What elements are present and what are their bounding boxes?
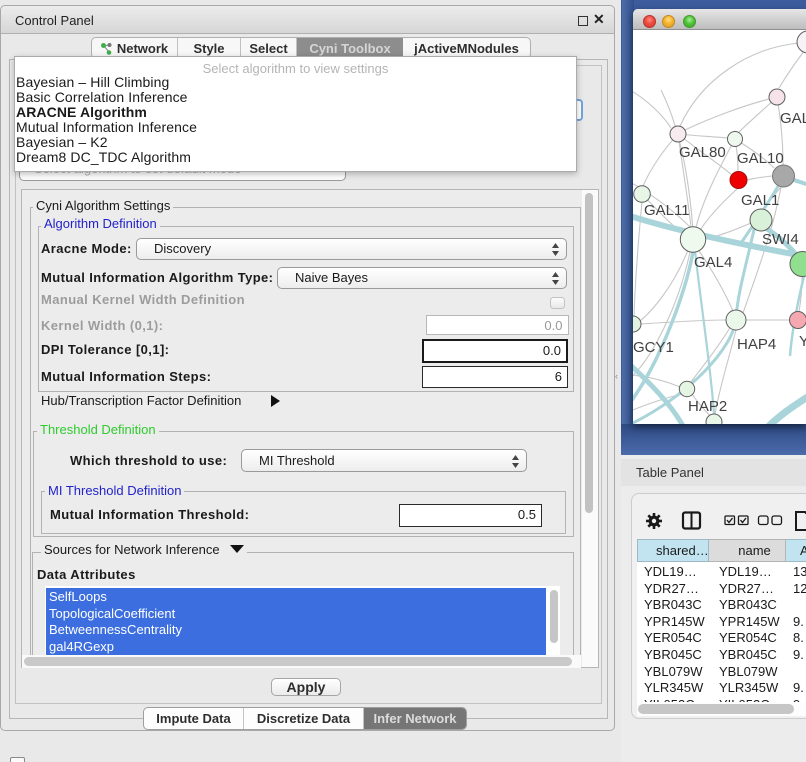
svg-text:GAL10: GAL10 <box>737 150 784 167</box>
svg-text:GAL11: GAL11 <box>644 202 690 219</box>
svg-text:YJL: YJL <box>799 333 806 350</box>
svg-text:SWI4: SWI4 <box>762 231 799 248</box>
svg-text:HAP2: HAP2 <box>688 398 727 415</box>
svg-text:GAL1: GAL1 <box>741 192 779 209</box>
svg-text:HAP4: HAP4 <box>737 336 776 353</box>
svg-text:GAL80: GAL80 <box>679 144 726 161</box>
svg-text:GAL4: GAL4 <box>694 254 732 271</box>
svg-text:GCY1: GCY1 <box>633 339 674 356</box>
svg-text:GAL2: GAL2 <box>780 110 806 127</box>
